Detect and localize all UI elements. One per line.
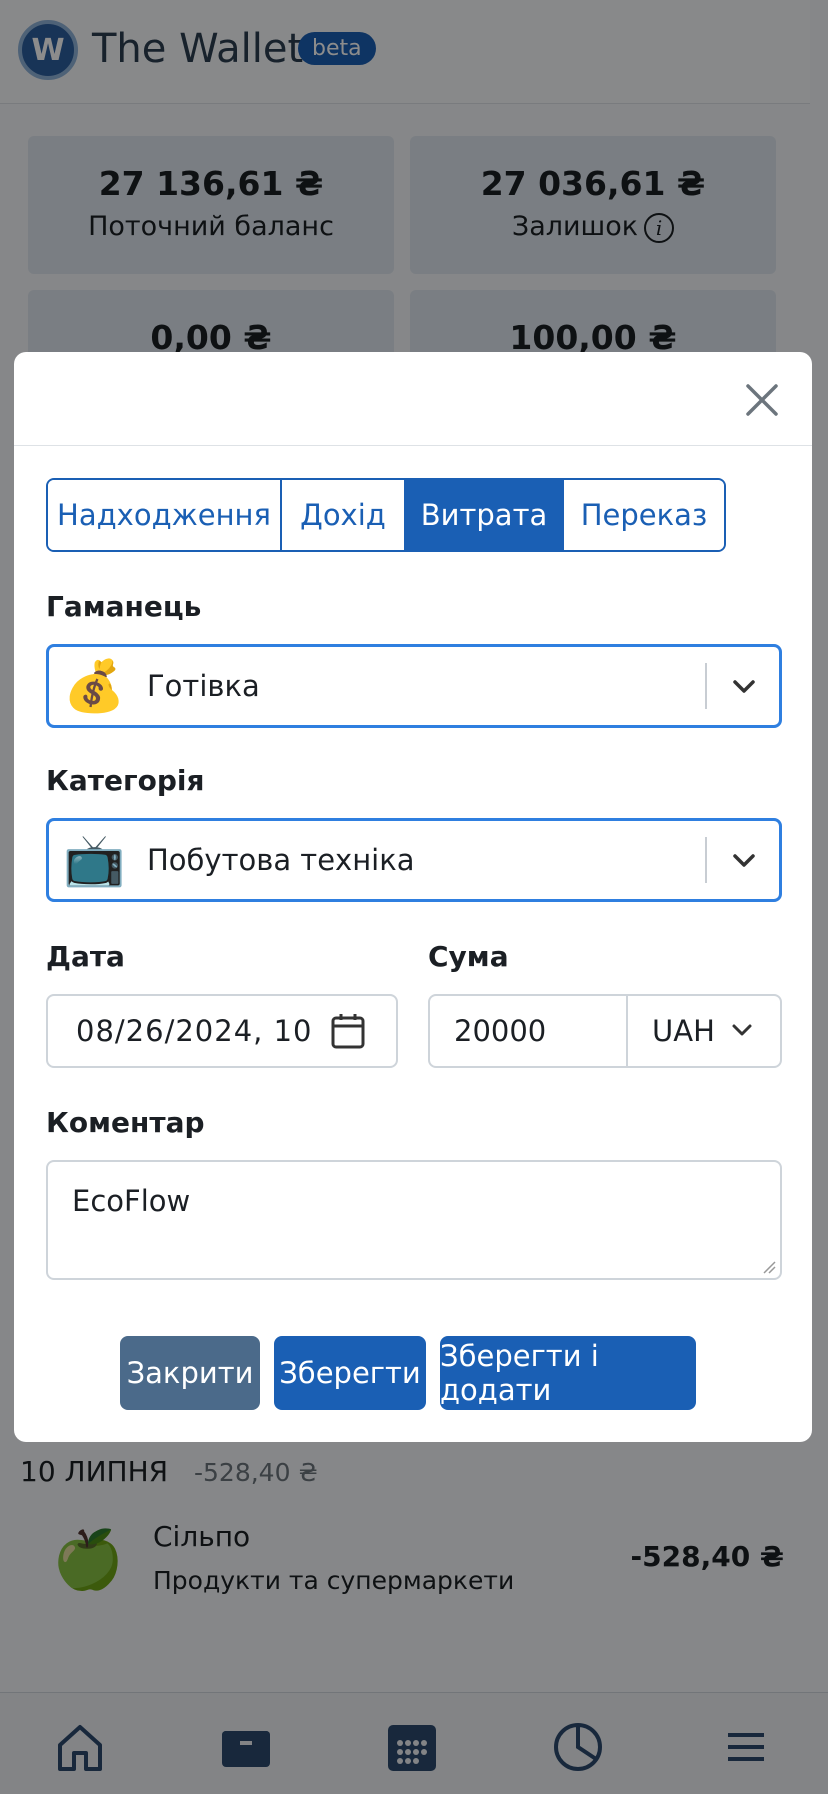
comment-label: Коментар <box>46 1106 205 1139</box>
transaction-type-tabs: Надходження Дохід Витрата Переказ <box>46 478 726 552</box>
save-and-add-button[interactable]: Зберегти і додати <box>440 1336 696 1410</box>
resize-handle-icon[interactable] <box>762 1260 776 1274</box>
wallet-label: Гаманець <box>46 590 202 623</box>
category-select[interactable]: 📺 Побутова техніка <box>46 818 782 902</box>
date-label: Дата <box>46 940 125 973</box>
tab-receipt[interactable]: Надходження <box>48 480 282 550</box>
calendar-icon[interactable] <box>330 1012 366 1050</box>
chevron-down-icon <box>733 854 755 867</box>
wallet-select[interactable]: 💰 Готівка <box>46 644 782 728</box>
transaction-modal: Надходження Дохід Витрата Переказ Гамане… <box>14 352 812 1442</box>
select-separator <box>705 663 707 709</box>
money-bag-icon: 💰 <box>63 657 126 715</box>
sum-input-group: 20000 UAH <box>428 994 782 1068</box>
chevron-down-icon <box>733 680 755 693</box>
tab-expense[interactable]: Витрата <box>406 480 564 550</box>
close-icon[interactable] <box>742 380 782 420</box>
tab-income[interactable]: Дохід <box>282 480 406 550</box>
wallet-value: Готівка <box>147 669 260 703</box>
currency-value: UAH <box>652 1014 715 1048</box>
save-button[interactable]: Зберегти <box>274 1336 426 1410</box>
tab-transfer[interactable]: Переказ <box>564 480 724 550</box>
television-icon: 📺 <box>63 831 126 889</box>
close-button[interactable]: Закрити <box>120 1336 260 1410</box>
category-label: Категорія <box>46 764 205 797</box>
sum-label: Сума <box>428 940 509 973</box>
currency-select[interactable]: UAH <box>626 996 780 1066</box>
comment-textarea[interactable]: EcoFlow <box>46 1160 782 1280</box>
select-separator <box>705 837 707 883</box>
comment-value: EcoFlow <box>72 1184 191 1218</box>
category-value: Побутова техніка <box>147 843 415 877</box>
modal-header <box>14 352 812 446</box>
date-input[interactable]: 08/26/2024, 10 <box>46 994 398 1068</box>
date-value: 08/26/2024, 10 <box>76 1014 313 1048</box>
chevron-down-icon <box>732 1024 752 1036</box>
sum-input[interactable]: 20000 <box>454 1014 546 1048</box>
